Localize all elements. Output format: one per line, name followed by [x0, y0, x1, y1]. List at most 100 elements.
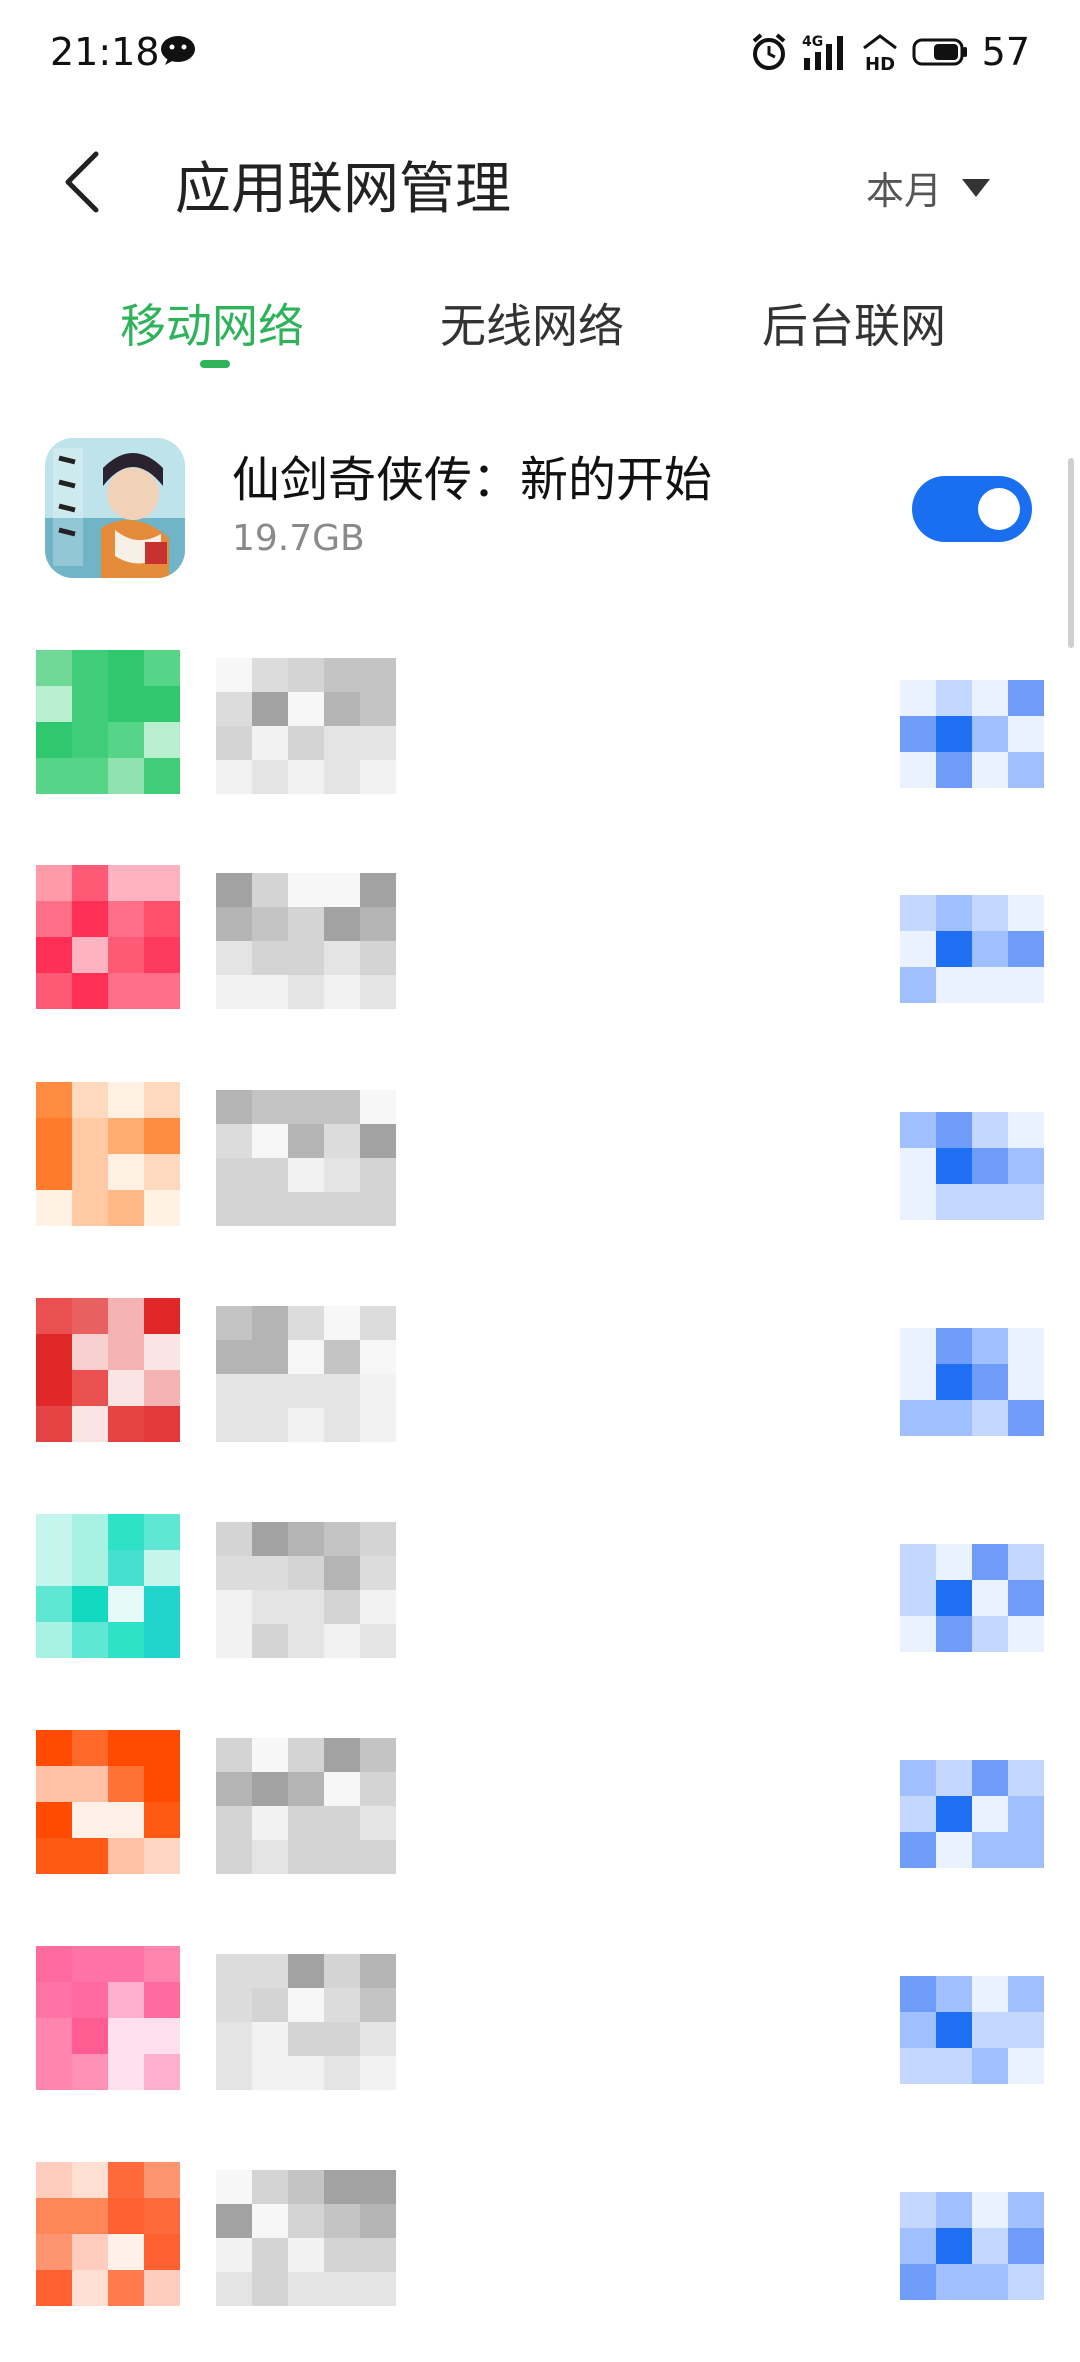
mosaic-cell: [252, 1340, 288, 1374]
mosaic-cell: [252, 1408, 288, 1442]
mosaic-cell: [108, 2198, 144, 2234]
obscured-network-toggle[interactable]: [900, 1112, 1044, 1220]
mosaic-cell: [108, 1982, 144, 2018]
mosaic-cell: [144, 1946, 180, 1982]
mosaic-cell: [288, 1124, 324, 1158]
mosaic-cell: [252, 1988, 288, 2022]
mosaic-cell: [324, 1192, 360, 1226]
obscured-app-icon: [36, 1730, 180, 1874]
obscured-network-toggle[interactable]: [900, 895, 1044, 1003]
mosaic-cell: [324, 2056, 360, 2090]
mosaic-cell: [216, 941, 252, 975]
period-selector[interactable]: 本月: [866, 160, 990, 215]
mosaic-cell: [216, 2056, 252, 2090]
app-icon: [45, 438, 185, 578]
mosaic-cell: [288, 2022, 324, 2056]
obscured-app-row[interactable]: [0, 1730, 1080, 1930]
obscured-app-row[interactable]: [0, 650, 1080, 850]
obscured-app-row[interactable]: [0, 2162, 1080, 2362]
mosaic-cell: [252, 1522, 288, 1556]
mosaic-cell: [72, 1118, 108, 1154]
app-name: 仙剑奇侠传：新的开始: [232, 452, 713, 508]
obscured-app-text: [216, 1306, 396, 1442]
obscured-app-row[interactable]: [0, 1082, 1080, 1282]
mosaic-cell: [36, 2234, 72, 2270]
mosaic-cell: [324, 1124, 360, 1158]
mosaic-cell: [216, 1772, 252, 1806]
mosaic-cell: [108, 2162, 144, 2198]
mosaic-cell: [144, 2018, 180, 2054]
obscured-app-icon: [36, 1514, 180, 1658]
obscured-network-toggle[interactable]: [900, 1760, 1044, 1868]
mosaic-cell: [1008, 1184, 1044, 1220]
scrollbar[interactable]: [1068, 458, 1074, 648]
tab-background-network[interactable]: 后台联网: [762, 290, 946, 356]
mosaic-cell: [36, 973, 72, 1009]
mosaic-cell: [36, 937, 72, 973]
mosaic-cell: [900, 895, 936, 931]
obscured-app-row[interactable]: [0, 1514, 1080, 1714]
mosaic-cell: [900, 2264, 936, 2300]
mosaic-cell: [252, 1158, 288, 1192]
mosaic-cell: [72, 1838, 108, 1874]
obscured-network-toggle[interactable]: [900, 1976, 1044, 2084]
mosaic-cell: [36, 2162, 72, 2198]
app-row[interactable]: 仙剑奇侠传：新的开始 19.7GB: [0, 430, 1080, 630]
tab-mobile-network[interactable]: 移动网络: [120, 290, 304, 356]
mosaic-cell: [144, 1550, 180, 1586]
mosaic-cell: [288, 1192, 324, 1226]
mosaic-cell: [36, 1838, 72, 1874]
mosaic-cell: [72, 686, 108, 722]
mosaic-cell: [144, 1514, 180, 1550]
mosaic-cell: [360, 907, 396, 941]
mosaic-cell: [288, 907, 324, 941]
mosaic-cell: [360, 2022, 396, 2056]
mosaic-cell: [36, 686, 72, 722]
mosaic-cell: [972, 2264, 1008, 2300]
mosaic-cell: [144, 1406, 180, 1442]
mosaic-cell: [252, 2170, 288, 2204]
mosaic-cell: [936, 680, 972, 716]
mosaic-cell: [72, 1982, 108, 2018]
mosaic-cell: [252, 1954, 288, 1988]
obscured-network-toggle[interactable]: [900, 2192, 1044, 2300]
mosaic-cell: [972, 2192, 1008, 2228]
toggle-knob: [978, 488, 1020, 530]
obscured-app-row[interactable]: [0, 865, 1080, 1065]
obscured-network-toggle[interactable]: [900, 1544, 1044, 1652]
mosaic-cell: [72, 1946, 108, 1982]
mosaic-cell: [252, 2272, 288, 2306]
mosaic-cell: [288, 1772, 324, 1806]
mosaic-cell: [72, 2054, 108, 2090]
network-access-toggle[interactable]: [912, 476, 1032, 542]
app-data-usage: 19.7GB: [232, 518, 365, 559]
back-icon[interactable]: [60, 150, 104, 214]
mosaic-cell: [252, 1306, 288, 1340]
mosaic-cell: [108, 1838, 144, 1874]
mosaic-cell: [900, 1616, 936, 1652]
obscured-app-row[interactable]: [0, 1946, 1080, 2146]
mosaic-cell: [108, 1190, 144, 1226]
mosaic-cell: [108, 2234, 144, 2270]
mosaic-cell: [216, 1556, 252, 1590]
mosaic-cell: [108, 901, 144, 937]
mosaic-cell: [252, 1590, 288, 1624]
mosaic-cell: [216, 692, 252, 726]
mosaic-cell: [900, 1544, 936, 1580]
mosaic-cell: [936, 1832, 972, 1868]
mosaic-cell: [108, 1298, 144, 1334]
obscured-network-toggle[interactable]: [900, 680, 1044, 788]
obscured-network-toggle[interactable]: [900, 1328, 1044, 1436]
mosaic-cell: [144, 901, 180, 937]
mosaic-cell: [900, 1832, 936, 1868]
mosaic-cell: [144, 2198, 180, 2234]
tab-wifi-network[interactable]: 无线网络: [440, 290, 624, 356]
obscured-app-row[interactable]: [0, 1298, 1080, 1498]
mosaic-cell: [252, 1192, 288, 1226]
mosaic-cell: [1008, 1760, 1044, 1796]
obscured-app-text: [216, 2170, 396, 2306]
mosaic-cell: [1008, 1976, 1044, 2012]
mosaic-cell: [216, 975, 252, 1009]
mosaic-cell: [108, 1406, 144, 1442]
mosaic-cell: [324, 2272, 360, 2306]
